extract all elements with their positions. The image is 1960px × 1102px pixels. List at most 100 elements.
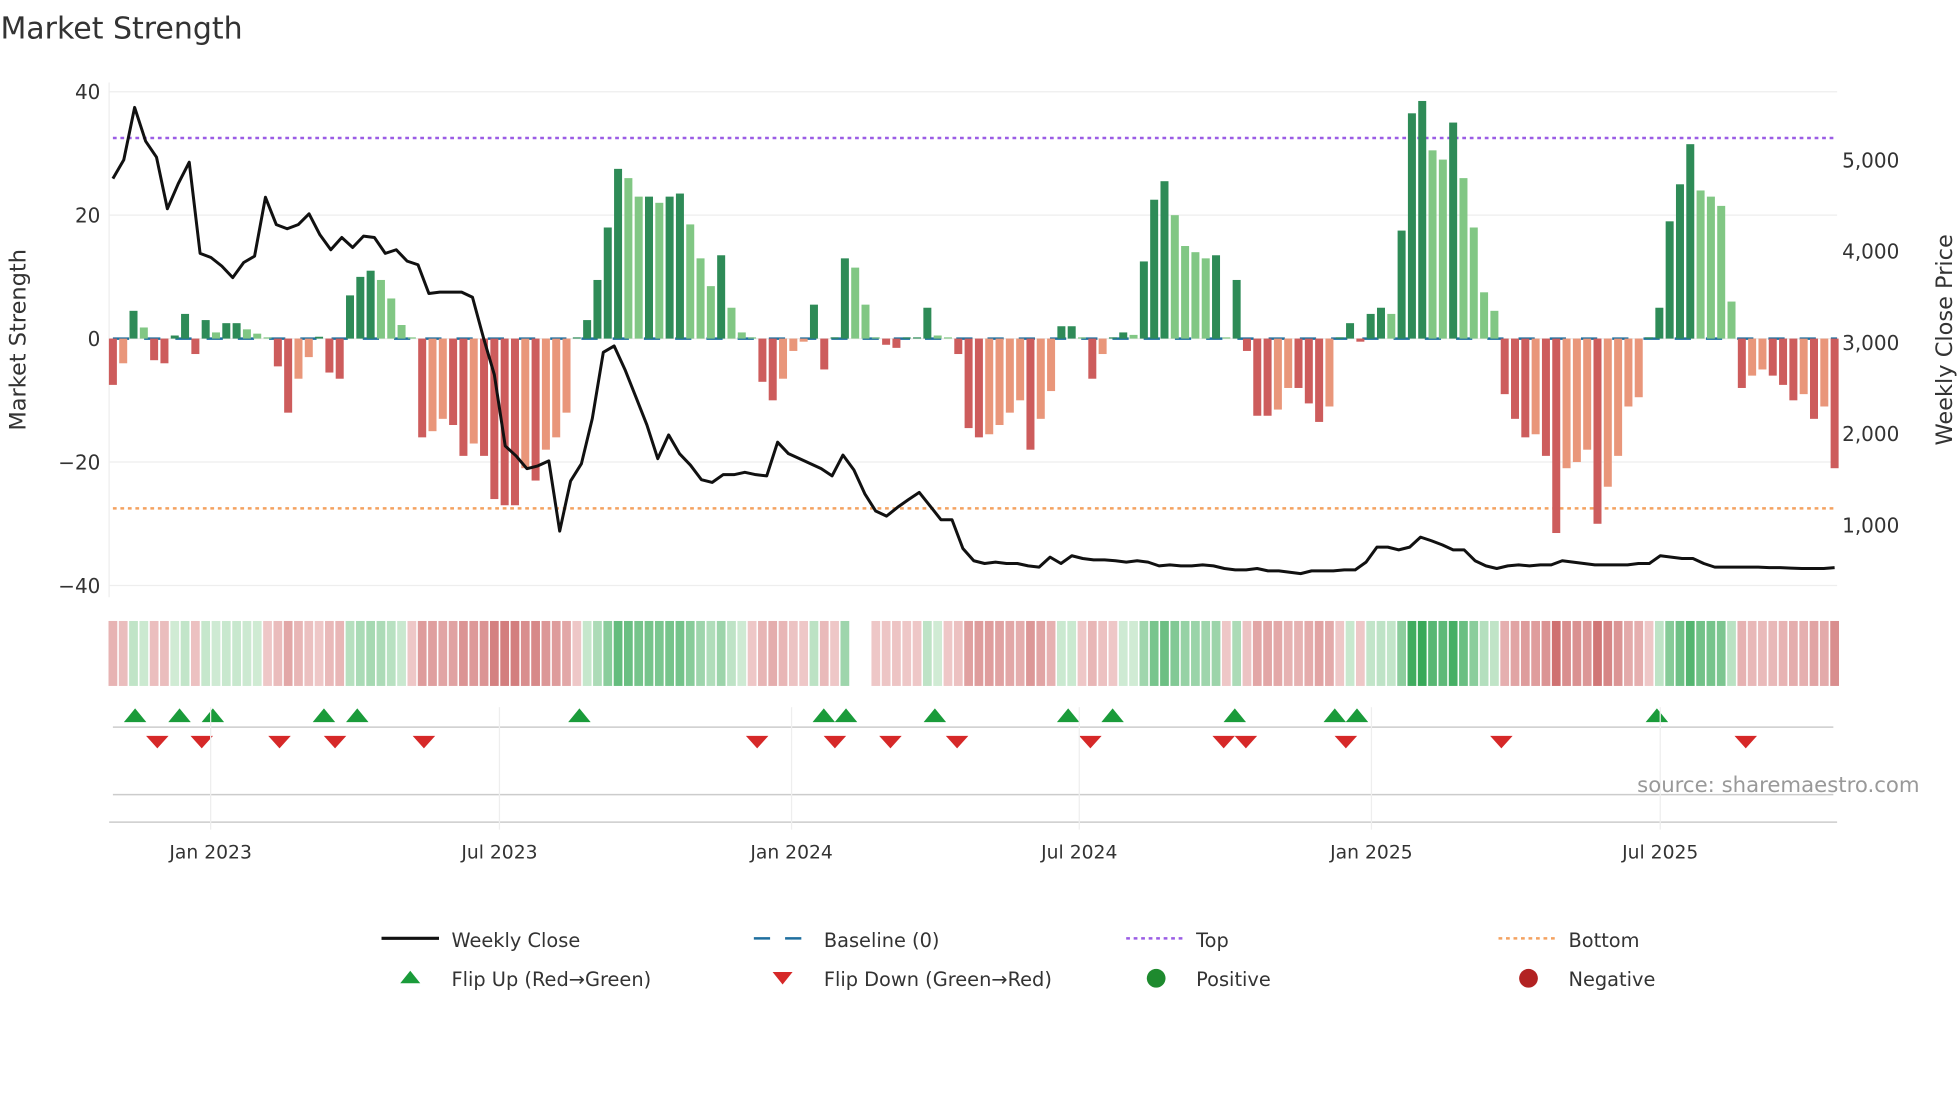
strength-bar: [1212, 255, 1221, 339]
strip-cell: [1830, 620, 1839, 686]
strength-bar: [1830, 338, 1839, 469]
strip-cell: [1355, 620, 1365, 686]
strip-cell: [696, 620, 705, 686]
legend-label-bottom: Bottom: [1568, 929, 1639, 952]
flip-down-marker: [1212, 735, 1235, 749]
strength-bar: [1129, 334, 1138, 339]
strip-cell: [1520, 620, 1530, 686]
strength-bar: [253, 333, 262, 339]
strength-bar: [1005, 338, 1014, 413]
strip-cell: [1644, 620, 1654, 686]
strength-bar: [675, 193, 684, 339]
strength-bar: [263, 337, 272, 339]
market-strength-chart: Market Strength 40 20 0 −20 −40 5,000 4,000 3,…: [0, 12, 1958, 991]
strength-bar: [325, 338, 334, 373]
strip-cell: [747, 620, 757, 686]
flip-up-marker: [168, 708, 191, 723]
strength-bar: [1108, 337, 1117, 339]
strip-cell: [1747, 620, 1757, 686]
strength-bar: [644, 196, 653, 339]
y-tick-label: 0: [88, 327, 101, 351]
strength-bar: [593, 279, 602, 339]
strip-cell: [520, 620, 530, 686]
negative-dot-icon: [1519, 968, 1538, 988]
strip-cell: [118, 620, 128, 686]
strip-cell: [1696, 620, 1705, 686]
x-tick-label: Jul 2025: [1621, 842, 1698, 863]
strip-cell: [562, 620, 571, 686]
strip-cell: [1490, 620, 1499, 686]
strip-cell: [1603, 620, 1613, 686]
strength-bar: [1036, 338, 1045, 419]
strip-cell: [1191, 620, 1200, 686]
strip-cell: [995, 620, 1004, 686]
strip-cell: [1304, 620, 1314, 686]
strength-bar: [768, 338, 777, 401]
strength-bar: [222, 323, 231, 339]
strip-cell: [1325, 620, 1334, 686]
strength-bar: [1665, 221, 1674, 339]
strip-cell: [953, 620, 963, 686]
strength-bar: [232, 323, 241, 339]
strip-cell: [1098, 620, 1107, 686]
strength-bar: [449, 338, 458, 426]
strength-bar: [1119, 332, 1128, 339]
strength-bar: [665, 196, 674, 339]
strip-cell: [758, 620, 767, 686]
strength-bar: [624, 178, 633, 339]
strip-cell: [1397, 620, 1406, 686]
strip-cell: [1252, 620, 1262, 686]
strip-cell: [768, 620, 778, 686]
strength-bar: [748, 337, 757, 339]
strip-cell: [1479, 620, 1489, 686]
strip-cell: [1500, 620, 1510, 686]
legend-label-negative: Negative: [1568, 968, 1655, 991]
y2-axis-label: Weekly Close Price: [1932, 234, 1958, 445]
strip-cell: [1417, 620, 1427, 686]
strength-bar: [995, 338, 1004, 426]
strength-bar: [727, 307, 736, 339]
strip-cell: [1118, 620, 1128, 686]
strip-cell: [129, 620, 138, 686]
strip-cell: [355, 620, 365, 686]
strip-cell: [1448, 620, 1458, 686]
strip-cell: [366, 620, 376, 686]
strip-cell: [1386, 620, 1396, 686]
strip-cell: [180, 620, 190, 686]
strip-cell: [871, 620, 881, 686]
legend: Weekly Close Baseline (0) Top Bottom Fli…: [381, 929, 1655, 991]
strip-cell: [1376, 620, 1386, 686]
strength-bar: [552, 338, 561, 438]
strip-cell: [1541, 620, 1551, 686]
flip-down-marker: [823, 735, 847, 749]
strip-cell: [1613, 620, 1623, 686]
strip-cell: [1551, 620, 1561, 686]
strip-cell: [232, 620, 241, 686]
strip-cell: [685, 620, 695, 686]
strength-bar: [284, 338, 293, 413]
right-axis-ticks: 5,000 4,000 3,000 2,000 1,000: [1842, 148, 1899, 537]
strength-bar: [1407, 113, 1416, 339]
strength-bar: [407, 337, 416, 339]
strength-bar: [583, 320, 592, 339]
strength-bar: [1088, 338, 1097, 379]
strength-bar: [315, 336, 324, 339]
strength-bar: [572, 337, 581, 339]
strip-cell: [551, 620, 561, 686]
strip-cell: [1665, 620, 1675, 686]
strength-bar: [1809, 338, 1818, 419]
strip-cell: [706, 620, 716, 686]
strip-cell: [294, 620, 303, 686]
strip-cell: [1087, 620, 1097, 686]
strip-cell: [819, 620, 829, 686]
strength-bar: [1181, 246, 1190, 339]
strip-cell: [727, 620, 736, 686]
strip-cell: [1211, 620, 1221, 686]
strip-cell: [1675, 620, 1685, 686]
strength-bar: [882, 338, 891, 345]
strip-cell: [1067, 620, 1077, 686]
strip-cell: [1582, 620, 1592, 686]
strength-bar: [696, 258, 705, 339]
strength-bar: [974, 338, 983, 438]
strip-cell: [603, 620, 613, 686]
